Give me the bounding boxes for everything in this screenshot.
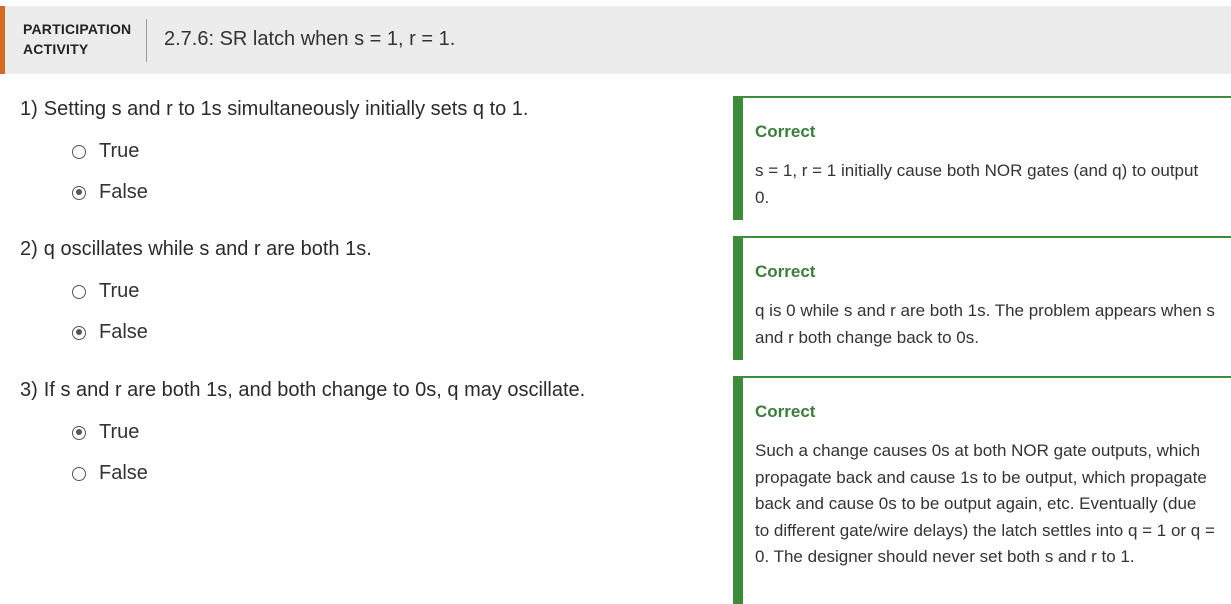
question-3-option-true[interactable]: True xyxy=(72,421,139,444)
radio-button-selected[interactable] xyxy=(72,425,86,440)
option-label: False xyxy=(99,181,148,203)
feedback-status: Correct xyxy=(755,122,816,141)
feedback-text: s = 1, r = 1 initially cause both NOR ga… xyxy=(755,161,1199,207)
question-number: 1) xyxy=(20,98,38,120)
question-text: Setting s and r to 1s simultaneously ini… xyxy=(43,98,529,120)
radio-button[interactable] xyxy=(72,144,86,159)
radio-button-selected[interactable] xyxy=(72,325,86,340)
question-number: 3) xyxy=(20,379,38,401)
feedback-text: Such a change causes 0s at both NOR gate… xyxy=(755,441,1215,566)
question-1: 1) Setting s and r to 1s simultaneously i… xyxy=(20,98,528,121)
question-2-option-false[interactable]: False xyxy=(72,321,148,344)
activity-title: 2.7.6: SR latch when s = 1, r = 1. xyxy=(164,28,456,50)
question-1-feedback: Correct s = 1, r = 1 initially cause bot… xyxy=(733,96,1231,220)
radio-button-selected[interactable] xyxy=(72,185,86,200)
question-2: 2) q oscillates while s and r are both 1s… xyxy=(20,238,372,261)
question-1-option-true[interactable]: True xyxy=(72,140,139,163)
question-number: 2) xyxy=(20,238,38,260)
option-label: True xyxy=(99,280,140,302)
question-1-option-false[interactable]: False xyxy=(72,181,148,204)
feedback-text: q is 0 while s and r are both 1s. The pr… xyxy=(755,301,1215,347)
question-text: If s and r are both 1s, and both change … xyxy=(43,379,586,401)
question-3: 3) If s and r are both 1s, and both chang… xyxy=(20,379,585,402)
question-text: q oscillates while s and r are both 1s. xyxy=(43,238,372,260)
option-label: False xyxy=(99,321,148,343)
question-2-feedback: Correct q is 0 while s and r are both 1s… xyxy=(733,236,1231,360)
feedback-status: Correct xyxy=(755,262,816,281)
question-3-option-false[interactable]: False xyxy=(72,462,148,485)
feedback-status: Correct xyxy=(755,402,816,421)
radio-button[interactable] xyxy=(72,466,86,481)
option-label: True xyxy=(99,140,140,162)
activity-header: PARTICIPATION ACTIVITY 2.7.6: SR latch w… xyxy=(0,6,1231,74)
option-label: False xyxy=(99,462,148,484)
activity-kicker: PARTICIPATION ACTIVITY xyxy=(23,21,132,57)
question-2-option-true[interactable]: True xyxy=(72,280,139,303)
question-3-feedback: Correct Such a change causes 0s at both … xyxy=(733,376,1231,604)
radio-button[interactable] xyxy=(72,284,86,299)
option-label: True xyxy=(99,421,140,443)
header-divider xyxy=(146,19,147,62)
